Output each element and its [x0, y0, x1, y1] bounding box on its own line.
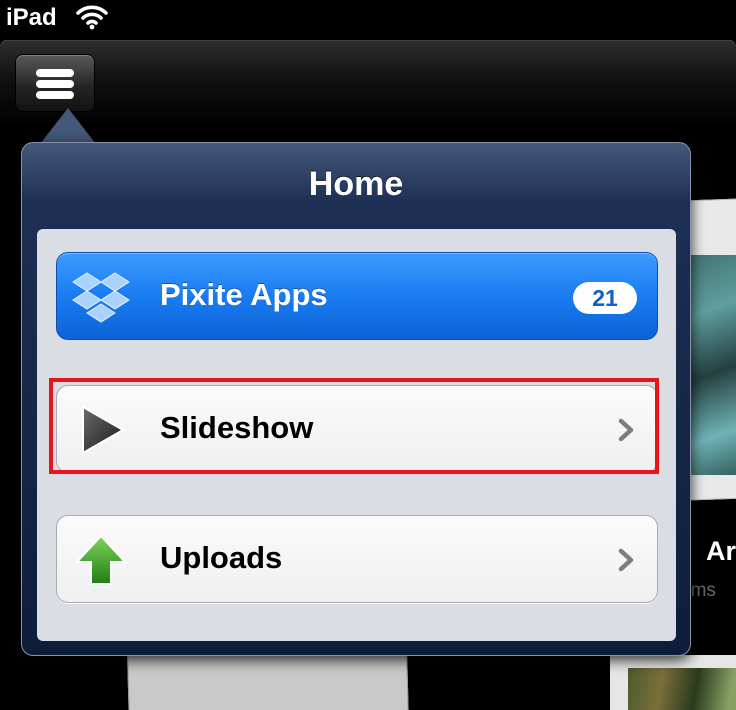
list-item-pixite-apps[interactable]: Pixite Apps 21 — [56, 252, 658, 340]
popover-arrow — [40, 108, 96, 144]
menu-button[interactable] — [15, 54, 95, 112]
background-album-title: Ar — [706, 536, 736, 566]
status-bar: iPad — [0, 0, 736, 38]
list-item-label: Slideshow — [160, 410, 314, 445]
chevron-right-icon — [618, 548, 634, 572]
popover-title: Home — [308, 165, 404, 203]
list-item-slideshow[interactable]: Slideshow — [56, 385, 658, 473]
list-item-label: Uploads — [160, 540, 283, 575]
home-popover: Home Pixite Apps 21 Slideshow Uploads — [21, 142, 691, 656]
play-icon — [82, 405, 126, 455]
wifi-icon — [76, 5, 108, 30]
chevron-right-icon — [618, 418, 634, 442]
count-badge: 21 — [573, 282, 637, 314]
list-item-label: Pixite Apps — [160, 277, 328, 312]
list-item-uploads[interactable]: Uploads — [56, 515, 658, 603]
popover-list: Pixite Apps 21 Slideshow Uploads — [37, 229, 676, 641]
background-photo-bottom — [628, 668, 736, 710]
dropbox-icon — [72, 272, 130, 323]
navigation-toolbar — [0, 40, 736, 126]
upload-arrow-icon — [74, 534, 128, 585]
carrier-label: iPad — [6, 4, 57, 31]
